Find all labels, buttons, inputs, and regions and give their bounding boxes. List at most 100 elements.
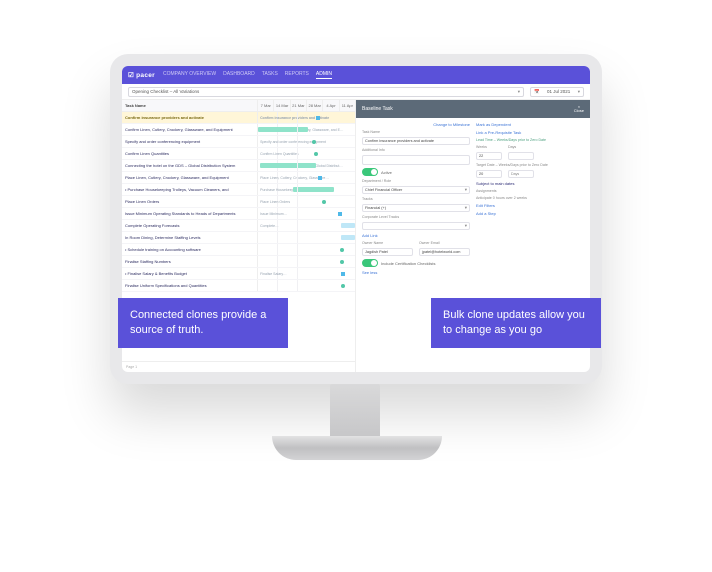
task-name-input[interactable]: Confirm insurance providers and activate xyxy=(362,137,470,145)
brand-text: pacer xyxy=(136,72,155,79)
edit-filters-link[interactable]: Edit Filters xyxy=(476,203,584,208)
owner-email-value: jpatel@hotelworld.com xyxy=(422,250,460,254)
table-row[interactable]: Finalise Uniform Specifications and Quan… xyxy=(122,280,355,292)
table-row[interactable]: Place Linen OrdersPlace Linen Orders xyxy=(122,196,355,208)
owner-name-input[interactable]: Jagdish Patel xyxy=(362,248,413,256)
link-prereq-link[interactable]: Link a Pre-Requisite Task xyxy=(476,130,584,135)
callout-left: Connected clones provide a source of tru… xyxy=(118,298,288,348)
close-button[interactable]: ×Close xyxy=(574,105,584,113)
gantt-cell: Confirm Linen Quantities xyxy=(257,148,355,159)
owner-name-value: Jagdish Patel xyxy=(365,250,388,254)
assignments-note: Anticipate 0 hours over 2 weeks xyxy=(476,196,584,200)
active-toggle[interactable] xyxy=(362,168,378,176)
gantt-bar-label: Confirm Linen Quantities xyxy=(258,148,355,159)
lead-weeks-input[interactable]: 22 xyxy=(476,152,502,160)
table-row[interactable]: Connecting the hotel on the GDS – Global… xyxy=(122,160,355,172)
include-cert-toggle[interactable] xyxy=(362,259,378,267)
gantt-cell: Connecting the hotel on the GDS – Global… xyxy=(257,160,355,171)
variation-value: Opening Checklist – All Variations xyxy=(132,89,199,94)
add-link[interactable]: Add Link xyxy=(362,233,470,238)
gantt-col: 14 Mar xyxy=(273,100,289,111)
table-row[interactable]: • Finalise Salary & Benefits BudgetFinal… xyxy=(122,268,355,280)
see-less-link[interactable]: See less xyxy=(362,270,470,275)
target-days-input[interactable]: Days xyxy=(508,170,534,178)
table-row[interactable]: Confirm Linen QuantitiesConfirm Linen Qu… xyxy=(122,148,355,160)
owner-name-label: Owner Name xyxy=(362,241,413,245)
nav-company-overview[interactable]: COMPANY OVERVIEW xyxy=(163,71,216,79)
nav-tasks[interactable]: TASKS xyxy=(262,71,278,79)
chevron-down-icon: ▾ xyxy=(518,89,520,95)
table-row[interactable]: • Purchase Housekeeping Trolleys, Vacuum… xyxy=(122,184,355,196)
task-name-cell: Connecting the hotel on the GDS – Global… xyxy=(122,163,257,168)
table-row[interactable]: Confirm Linen, Cutlery, Crockery, Glassw… xyxy=(122,124,355,136)
assignments-label: Assignments xyxy=(476,189,584,193)
subject-to-main-link[interactable]: Subject to main dates xyxy=(476,181,584,186)
callout-right: Bulk clone updates allow you to change a… xyxy=(431,298,601,348)
nav-admin[interactable]: ADMIN xyxy=(316,71,332,79)
table-row[interactable]: Place Linen, Cutlery, Crockery, Glasswar… xyxy=(122,172,355,184)
dept-value: Chief Financial Officer xyxy=(365,188,402,192)
table-row[interactable]: In Room Dining, Determine Staffing Level… xyxy=(122,232,355,244)
task-name-cell: • Finalise Salary & Benefits Budget xyxy=(122,271,257,276)
detail-header: Baseline Task ×Close xyxy=(356,100,590,118)
task-name-cell: Complete Operating Forecasts xyxy=(122,223,257,228)
gantt-header: Task Name 7 Mar14 Mar21 Mar28 Mar4 Apr11… xyxy=(122,100,355,112)
gantt-cell: Purchase Housekeeping Trolleys, Vacuum… xyxy=(257,184,355,195)
gantt-col: 4 Apr xyxy=(322,100,338,111)
table-row[interactable]: Finalise Staffing Numbers xyxy=(122,256,355,268)
active-label: Active xyxy=(381,170,392,175)
table-row[interactable]: Confirm insurance providers and activate… xyxy=(122,112,355,124)
mark-dependent-link[interactable]: Mark as Dependent xyxy=(476,122,584,127)
add-step-link[interactable]: Add a Step xyxy=(476,211,584,216)
tracks-dropdown[interactable]: Financial (+) ▾ xyxy=(362,204,470,212)
table-row[interactable]: Specify and order conferencing equipment… xyxy=(122,136,355,148)
gantt-cell: Confirm insurance providers and activate xyxy=(257,112,355,123)
gantt-cell: Finalise Salary… xyxy=(257,268,355,279)
task-name-label: Task Name xyxy=(362,130,470,134)
tracks-value: Financial (+) xyxy=(365,206,386,210)
top-navbar: ☑ pacer COMPANY OVERVIEW DASHBOARD TASKS RE… xyxy=(122,66,590,84)
task-name-cell: • Schedule training on Accounting softwa… xyxy=(122,247,257,252)
lead-time-label: Lead Time – Weeks/Days prior to Zero Dat… xyxy=(476,138,584,142)
table-row[interactable]: Issue Minimum Operating Standards to Hea… xyxy=(122,208,355,220)
target-weeks-input[interactable]: 20 xyxy=(476,170,502,178)
gantt-bar-label: Place Linen Orders xyxy=(258,196,355,207)
gantt-bar-label: Place Linen, Cutlery, Crockery, Glasswar… xyxy=(258,172,355,183)
task-name-cell: Confirm Linen Quantities xyxy=(122,151,257,156)
nav-dashboard[interactable]: DASHBOARD xyxy=(223,71,255,79)
lead-days-input[interactable] xyxy=(508,152,534,160)
task-name-cell: Issue Minimum Operating Standards to Hea… xyxy=(122,211,257,216)
chevron-down-icon: ▾ xyxy=(465,187,467,193)
date-picker[interactable]: 📅 01 Jul 2021 ▾ xyxy=(530,87,584,97)
task-name-value: Confirm insurance providers and activate xyxy=(365,139,434,143)
nav-reports[interactable]: REPORTS xyxy=(285,71,309,79)
owner-email-input[interactable]: jpatel@hotelworld.com xyxy=(419,248,470,256)
variation-dropdown[interactable]: Opening Checklist – All Variations ▾ xyxy=(128,87,524,97)
logo-icon: ☑ xyxy=(128,71,134,79)
gantt-cell: Place Linen, Cutlery, Crockery, Glasswar… xyxy=(257,172,355,183)
table-row[interactable]: • Schedule training on Accounting softwa… xyxy=(122,244,355,256)
gantt-cell xyxy=(257,280,355,291)
change-to-milestone-link[interactable]: Change to Milestone xyxy=(433,122,470,127)
gantt-header-name: Task Name xyxy=(122,103,257,108)
additional-info-input[interactable] xyxy=(362,155,470,165)
gantt-cell: Place Linen Orders xyxy=(257,196,355,207)
close-label: Close xyxy=(574,108,584,113)
task-name-cell: Finalise Uniform Specifications and Quan… xyxy=(122,283,257,288)
corp-tracks-dropdown[interactable]: ▾ xyxy=(362,222,470,230)
days-label: Days xyxy=(508,145,534,149)
gantt-cell: Specify and order conferencing equipment xyxy=(257,136,355,147)
gantt-cell xyxy=(257,232,355,243)
gantt-cell: Confirm Linen, Cutlery, Crockery, Glassw… xyxy=(257,124,355,135)
gantt-cell: Issue Minimum… xyxy=(257,208,355,219)
additional-info-label: Additional Info xyxy=(362,148,470,152)
target-date-label: Target Date – Weeks/Days prior to Zero D… xyxy=(476,163,584,167)
gantt-col: 21 Mar xyxy=(290,100,306,111)
task-name-cell: Confirm Linen, Cutlery, Crockery, Glassw… xyxy=(122,127,257,132)
task-name-cell: Specify and order conferencing equipment xyxy=(122,139,257,144)
chevron-down-icon: ▾ xyxy=(465,223,467,229)
detail-title: Baseline Task xyxy=(362,106,393,112)
table-row[interactable]: Complete Operating ForecastsComplete… xyxy=(122,220,355,232)
filter-bar: Opening Checklist – All Variations ▾ 📅 0… xyxy=(122,84,590,100)
dept-dropdown[interactable]: Chief Financial Officer ▾ xyxy=(362,186,470,194)
